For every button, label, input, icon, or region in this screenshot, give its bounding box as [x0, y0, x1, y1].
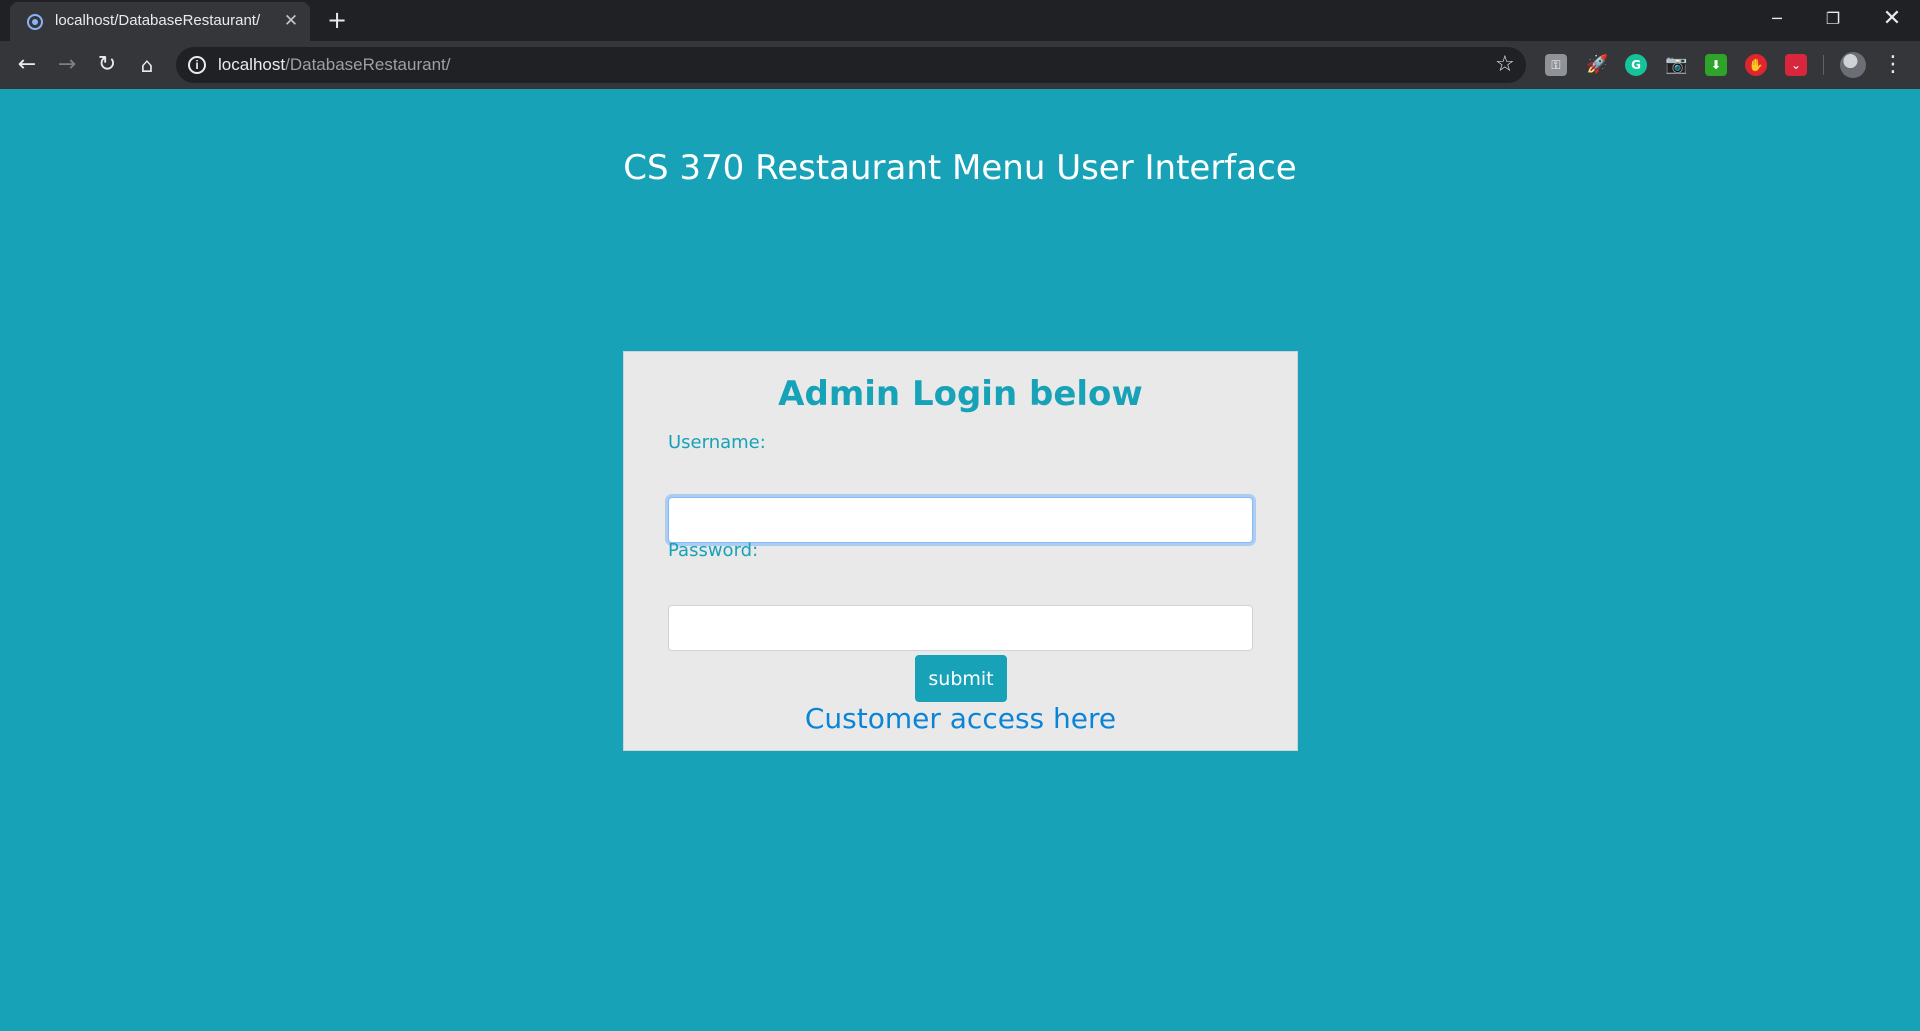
forward-button[interactable]: →: [53, 51, 81, 79]
page-body: CS 370 Restaurant Menu User Interface Ad…: [0, 89, 1920, 1031]
password-label: Password:: [668, 540, 759, 561]
site-info-icon[interactable]: i: [188, 56, 206, 74]
password-input[interactable]: [668, 605, 1253, 651]
extension-icon[interactable]: ⚿: [1545, 54, 1567, 76]
browser-menu-icon[interactable]: ⋮: [1882, 51, 1904, 79]
customer-access-link[interactable]: Customer access here: [624, 702, 1297, 735]
camera-icon[interactable]: 📷: [1665, 54, 1687, 76]
tab-title: localhost/DatabaseRestaurant/: [55, 12, 261, 29]
browser-toolbar: ← → ↻ ⌂ i localhost/DatabaseRestaurant/ …: [0, 41, 1920, 89]
adblock-icon[interactable]: ✋: [1745, 54, 1767, 76]
username-input[interactable]: [668, 497, 1253, 543]
admin-login-form: Admin Login below Username: Password: su…: [623, 351, 1298, 751]
window-close-button[interactable]: ✕: [1864, 0, 1920, 38]
rocket-extension-icon[interactable]: 🚀: [1586, 54, 1608, 76]
restore-button[interactable]: ❐: [1805, 0, 1861, 38]
site-favicon-icon: [27, 14, 43, 30]
download-extension-icon[interactable]: ⬇: [1705, 54, 1727, 76]
url-path: /DatabaseRestaurant/: [285, 55, 451, 74]
reload-button[interactable]: ↻: [93, 51, 121, 79]
back-button[interactable]: ←: [13, 51, 41, 79]
new-tab-button[interactable]: +: [325, 8, 349, 33]
pocket-icon[interactable]: ⌄: [1785, 54, 1807, 76]
tab-strip: localhost/DatabaseRestaurant/ ✕ + ─ ❐ ✕: [0, 0, 1920, 41]
login-heading: Admin Login below: [778, 374, 1143, 414]
minimize-button[interactable]: ─: [1749, 0, 1805, 38]
page-title: CS 370 Restaurant Menu User Interface: [623, 148, 1297, 188]
url-text[interactable]: localhost/DatabaseRestaurant/: [218, 55, 451, 75]
tab-close-icon[interactable]: ✕: [281, 11, 301, 31]
browser-tab[interactable]: localhost/DatabaseRestaurant/ ✕: [10, 2, 310, 41]
url-host: localhost: [218, 55, 286, 74]
toolbar-divider: [1823, 55, 1824, 75]
submit-button[interactable]: submit: [915, 655, 1007, 702]
profile-avatar[interactable]: [1840, 52, 1866, 78]
username-label: Username:: [668, 432, 766, 453]
address-bar[interactable]: i localhost/DatabaseRestaurant/ ☆: [176, 47, 1526, 83]
browser-chrome: localhost/DatabaseRestaurant/ ✕ + ─ ❐ ✕ …: [0, 0, 1920, 89]
home-button[interactable]: ⌂: [133, 51, 161, 79]
bookmark-star-icon[interactable]: ☆: [1495, 52, 1515, 78]
grammarly-icon[interactable]: G: [1625, 54, 1647, 76]
